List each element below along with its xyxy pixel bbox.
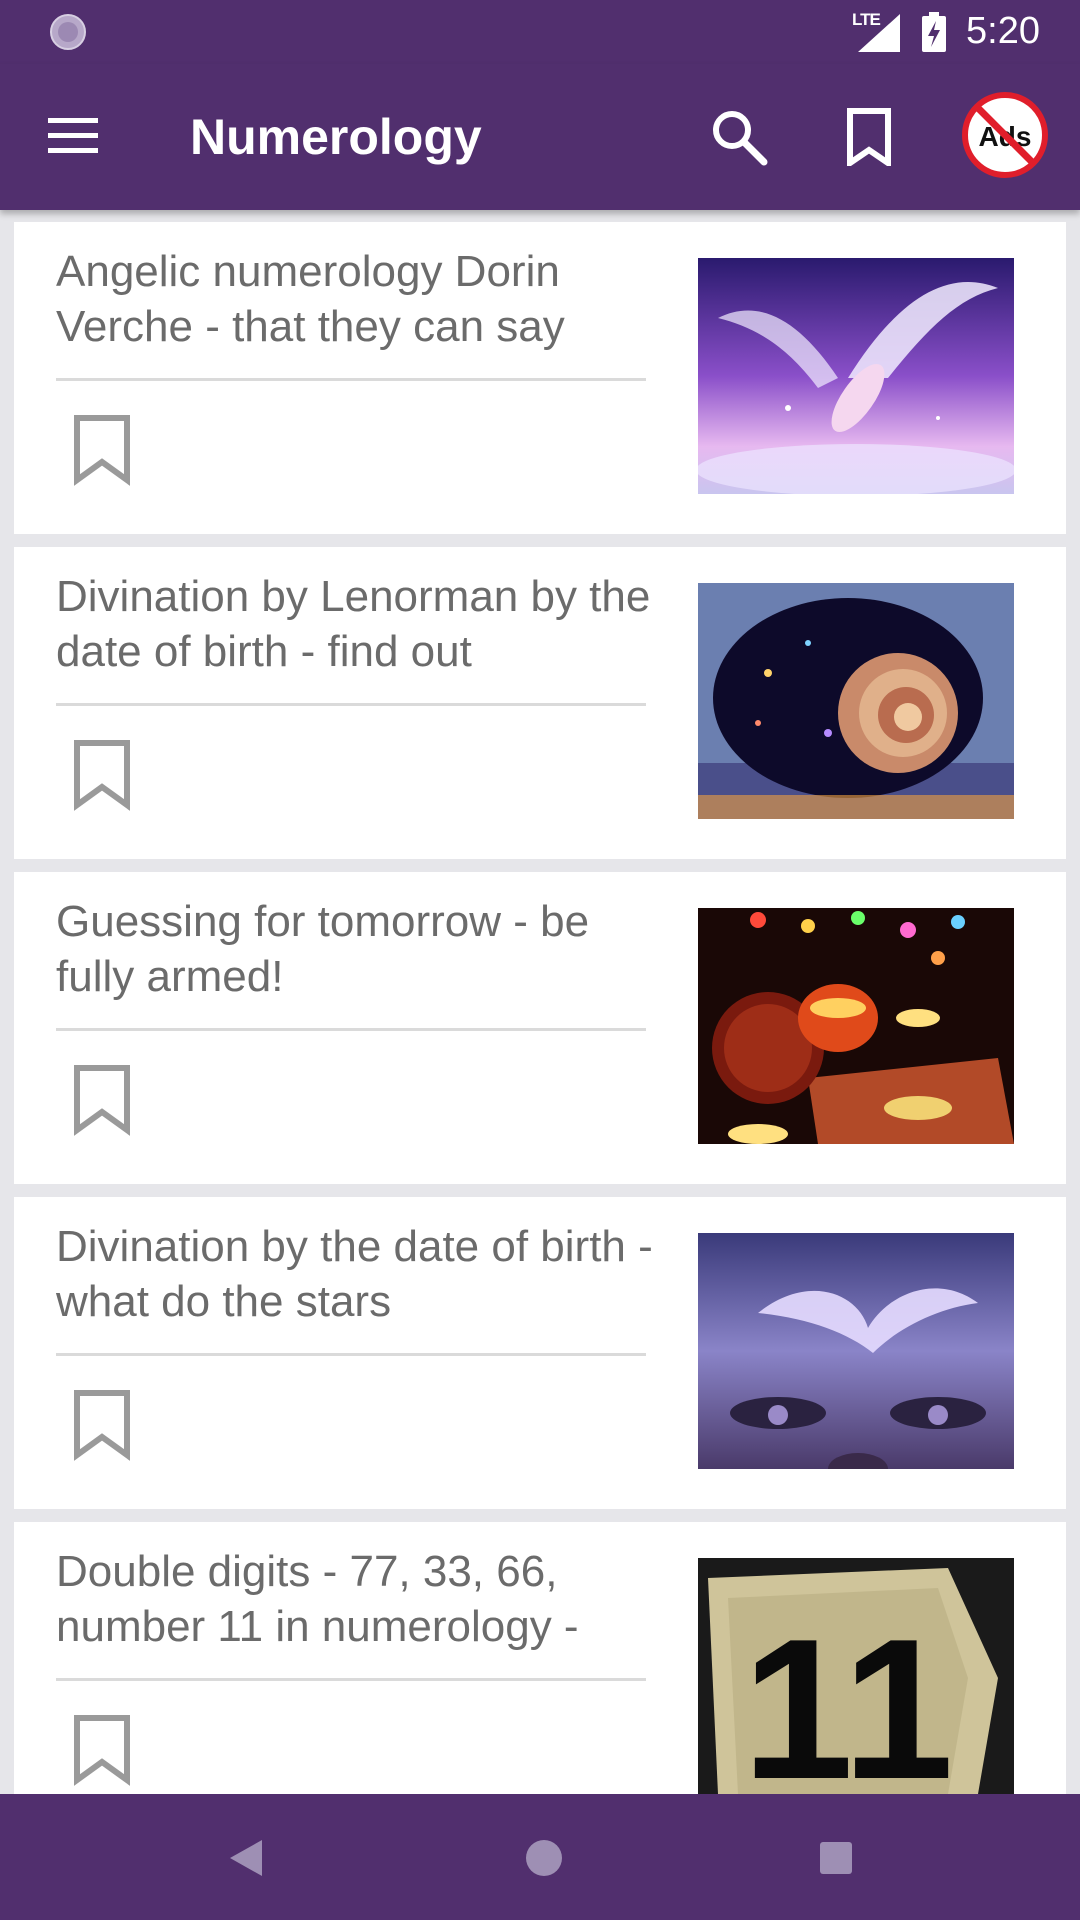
cosmic-nautilus-shell-image[interactable] <box>698 583 1014 819</box>
app-bar: Numerology Ads <box>0 64 1080 210</box>
bookmark-icon[interactable] <box>846 108 892 166</box>
bookmark-icon[interactable] <box>72 1064 132 1136</box>
search-icon[interactable] <box>710 108 768 166</box>
recents-square-icon[interactable] <box>812 1834 860 1882</box>
page-title: Numerology <box>190 109 482 165</box>
clock: 5:20 <box>966 10 1040 52</box>
no-ads-button[interactable]: Ads <box>962 92 1048 178</box>
number-eleven-sign-image[interactable]: 11 <box>698 1558 1014 1794</box>
article-card[interactable]: Double digits - 77, 33, 66, number 11 in… <box>14 1522 1066 1794</box>
article-title[interactable]: Divination by the date of birth - what d… <box>56 1219 656 1329</box>
article-title[interactable]: Angelic numerology Dorin Verche - that t… <box>56 244 656 354</box>
divider <box>56 1028 646 1031</box>
article-title[interactable]: Guessing for tomorrow - be fully armed! <box>56 894 656 1004</box>
system-navigation-bar <box>0 1794 1080 1920</box>
article-list[interactable]: Angelic numerology Dorin Verche - that t… <box>0 210 1080 1794</box>
article-card[interactable]: Divination by the date of birth - what d… <box>14 1197 1066 1509</box>
article-card[interactable]: Divination by Lenorman by the date of bi… <box>14 547 1066 859</box>
candles-and-cards-image[interactable] <box>698 908 1014 1144</box>
cell-signal-icon <box>858 14 900 52</box>
article-card[interactable]: Angelic numerology Dorin Verche - that t… <box>14 222 1066 534</box>
divider <box>56 1353 646 1356</box>
number-eleven-graphic: 11 <box>742 1598 953 1794</box>
article-title[interactable]: Double digits - 77, 33, 66, number 11 in… <box>56 1544 656 1654</box>
back-triangle-icon[interactable] <box>220 1832 272 1884</box>
no-ads-icon: Ads <box>962 92 1048 178</box>
home-circle-icon[interactable] <box>518 1832 570 1884</box>
article-card[interactable]: Guessing for tomorrow - be fully armed! <box>14 872 1066 1184</box>
eyes-and-dove-image[interactable] <box>698 1233 1014 1469</box>
bookmark-icon[interactable] <box>72 1714 132 1786</box>
article-title[interactable]: Divination by Lenorman by the date of bi… <box>56 569 656 679</box>
divider <box>56 1678 646 1681</box>
battery-charging-icon <box>922 12 946 52</box>
bookmark-icon[interactable] <box>72 1389 132 1461</box>
sync-indicator-icon <box>50 14 86 50</box>
bookmark-icon[interactable] <box>72 414 132 486</box>
status-bar: LTE 5:20 <box>0 0 1080 64</box>
angel-with-wings-image[interactable] <box>698 258 1014 494</box>
hamburger-menu-icon[interactable] <box>46 114 100 156</box>
bookmark-icon[interactable] <box>72 739 132 811</box>
divider <box>56 378 646 381</box>
divider <box>56 703 646 706</box>
